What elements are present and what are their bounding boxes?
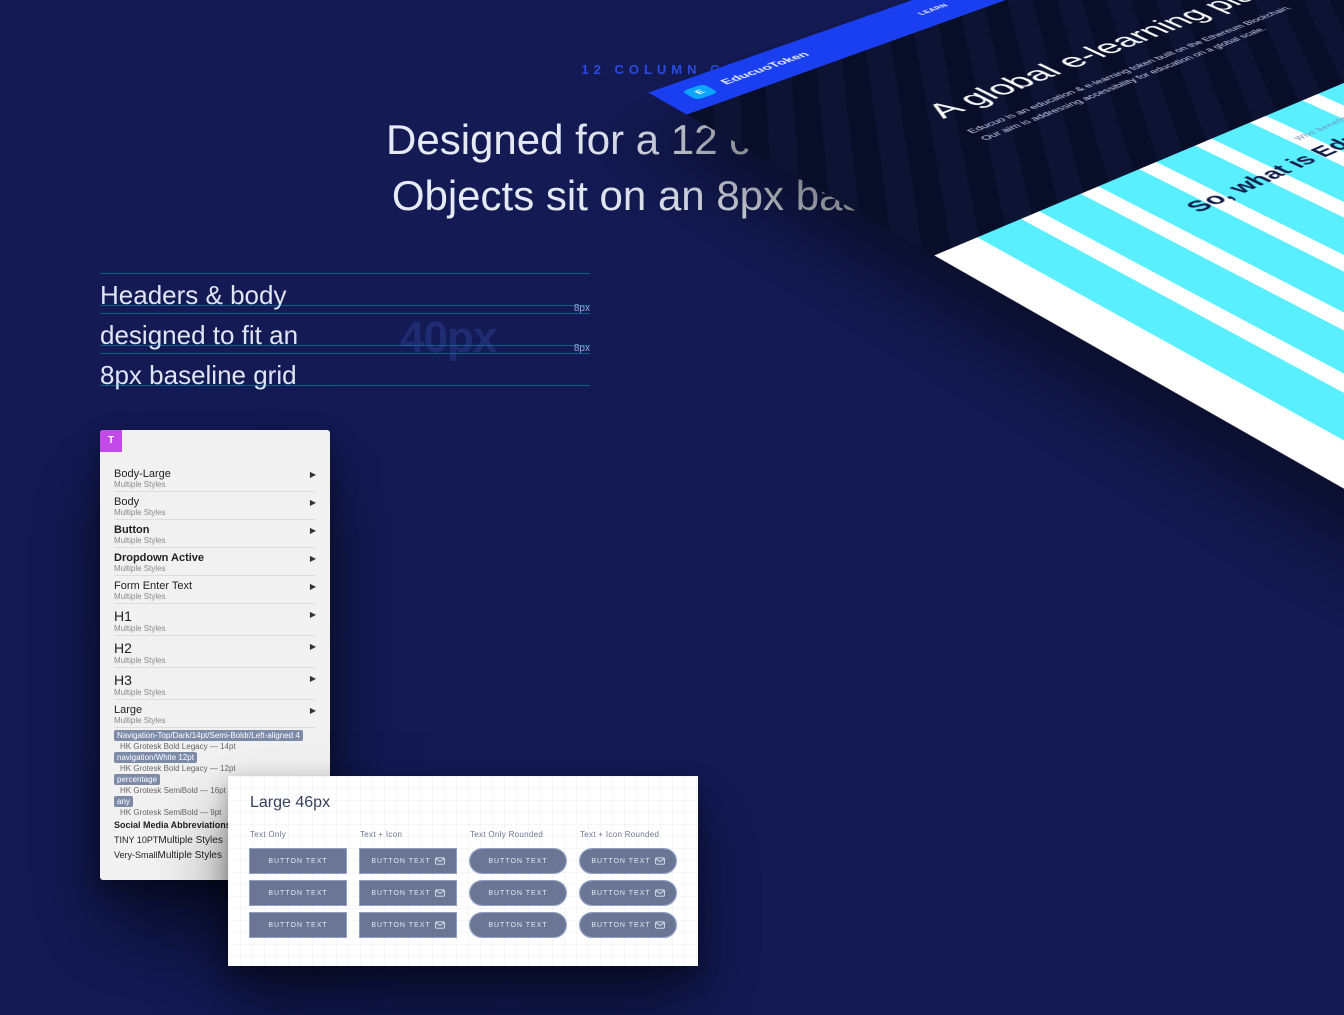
style-detail: HK Grotesk Bold Legacy — 12pt (114, 763, 316, 774)
site-nav: E EducuoToken LEARNTOKENROADMAPTEAMFAQsE… (648, 0, 1344, 115)
grid-overlay (977, 0, 1344, 531)
style-row[interactable]: Body-LargeMultiple Styles▶ (114, 464, 316, 492)
baseline-8-label-2: 8px (574, 343, 590, 354)
baseline-8-label-1: 8px (574, 303, 590, 314)
button-column: Text Only BUTTON TEXT BUTTON TEXT BUTTON… (250, 830, 346, 945)
style-row[interactable]: ButtonMultiple Styles▶ (114, 520, 316, 548)
style-row[interactable]: Dropdown ActiveMultiple Styles▶ (114, 548, 316, 576)
sheet-title: Large 46px (250, 794, 676, 812)
baseline-line2: designed to fit an (100, 315, 590, 355)
chevron-right-icon: ▶ (310, 704, 316, 715)
column-label: Text Only Rounded (470, 830, 566, 839)
chevron-right-icon: ▶ (310, 672, 316, 683)
baseline-40-label: 40px (400, 313, 496, 363)
button-example[interactable]: BUTTON TEXT (250, 849, 346, 873)
button-example[interactable]: BUTTON TEXT (470, 881, 566, 905)
button-example[interactable]: BUTTON TEXT (250, 881, 346, 905)
chevron-right-icon: ▶ (310, 468, 316, 479)
style-row[interactable]: BodyMultiple Styles▶ (114, 492, 316, 520)
headline-line-2: Objects sit on an 8px baseline (392, 172, 952, 219)
button-example[interactable]: BUTTON TEXT (470, 849, 566, 873)
button-example[interactable]: BUTTON TEXT (470, 913, 566, 937)
baseline-line1: Headers & body (100, 275, 590, 315)
baseline-line3: 8px baseline grid (100, 355, 590, 395)
style-tag: percentage (114, 774, 160, 785)
button-column: Text Only Rounded BUTTON TEXT BUTTON TEX… (470, 830, 566, 945)
button-example[interactable]: BUTTON TEXT (250, 913, 346, 937)
eyebrow: 12 COLUMN GRID (0, 62, 1344, 77)
chevron-right-icon: ▶ (310, 496, 316, 507)
chevron-right-icon: ▶ (310, 524, 316, 535)
chevron-right-icon: ▶ (310, 552, 316, 563)
style-selected: Navigation-Top/Dark/14pt/Semi-Boldr/Left… (114, 730, 303, 741)
site-logo-icon: E (682, 84, 719, 100)
style-row[interactable]: LargeMultiple Styles▶ (114, 700, 316, 728)
section: Who benefits from Educuo So, what is Edu… (934, 0, 1344, 557)
column-label: Text + Icon (360, 830, 456, 839)
column-label: Text + Icon Rounded (580, 830, 676, 839)
chevron-right-icon: ▶ (310, 608, 316, 619)
button-example[interactable]: BUTTON TEXT (360, 913, 456, 937)
style-row[interactable]: H2Multiple Styles▶ (114, 636, 316, 668)
column-label: Text Only (250, 830, 346, 839)
button-example[interactable]: BUTTON TEXT (580, 913, 676, 937)
button-column: Text + Icon Rounded BUTTON TEXT BUTTON T… (580, 830, 676, 945)
style-row[interactable]: Form Enter TextMultiple Styles▶ (114, 576, 316, 604)
style-detail: HK Grotesk Bold Legacy — 14pt (114, 741, 316, 752)
style-row[interactable]: H3Multiple Styles▶ (114, 668, 316, 700)
style-row[interactable]: H1Multiple Styles▶ (114, 604, 316, 636)
button-example[interactable]: BUTTON TEXT (360, 881, 456, 905)
button-spec-sheet: Large 46px Text Only BUTTON TEXT BUTTON … (228, 776, 698, 966)
button-example[interactable]: BUTTON TEXT (360, 849, 456, 873)
chevron-right-icon: ▶ (310, 640, 316, 651)
nav-link[interactable]: LEARN (917, 3, 951, 16)
baseline-explainer: 8px 8px 40px Headers & body designed to … (100, 275, 590, 395)
button-example[interactable]: BUTTON TEXT (580, 849, 676, 873)
panel-corner-icon: T (100, 430, 122, 452)
button-example[interactable]: BUTTON TEXT (580, 881, 676, 905)
headline: Designed for a 12 column grid. Objects s… (0, 112, 1344, 224)
style-tag: any (114, 796, 133, 807)
headline-line-1: Designed for a 12 column grid. (386, 116, 958, 163)
style-tag: navigation/White 12pt (114, 752, 197, 763)
button-column: Text + Icon BUTTON TEXT BUTTON TEXT BUTT… (360, 830, 456, 945)
chevron-right-icon: ▶ (310, 580, 316, 591)
